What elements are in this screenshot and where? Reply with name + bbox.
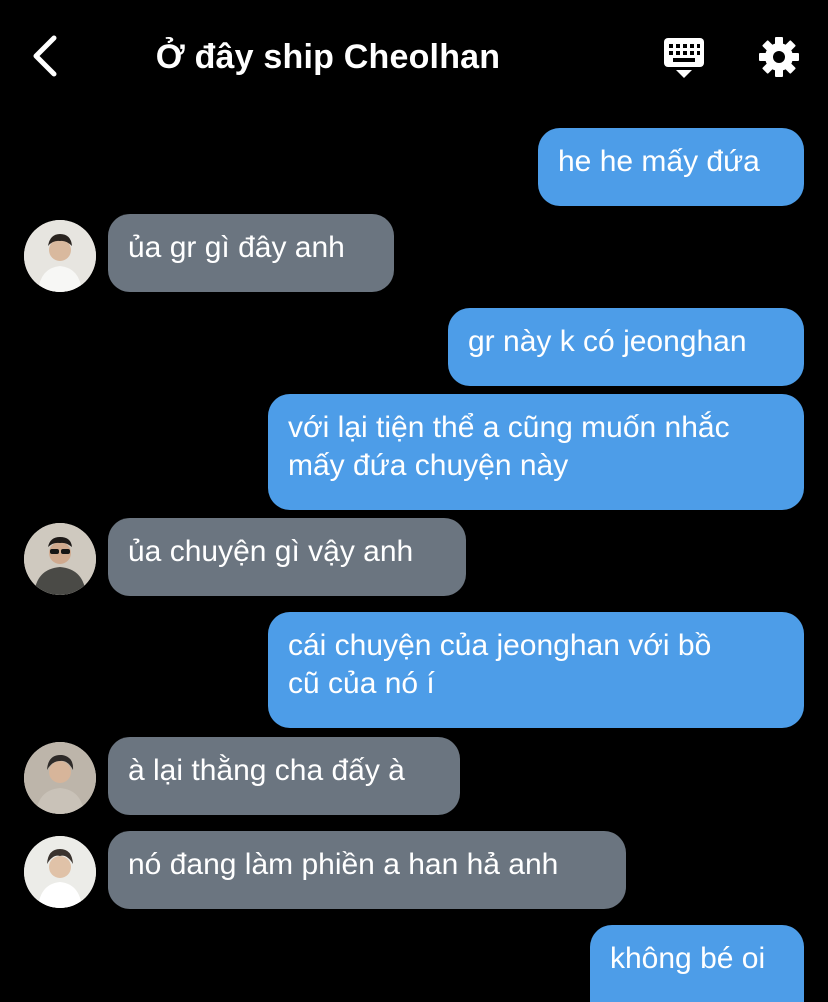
message-bubble[interactable]: à lại thằng cha đấy à — [108, 737, 460, 815]
avatar-photo-icon — [24, 836, 96, 908]
message-text-line: ủa chuyện gì vậy anh — [128, 535, 414, 568]
gear-icon — [759, 37, 799, 77]
message-bubble[interactable]: không bé oi — [590, 925, 804, 1002]
message-text-line: cái chuyện của jeonghan với bồ — [288, 629, 712, 662]
message-bubble[interactable]: với lại tiện thể a cũng muốn nhắc mấy đứ… — [268, 394, 804, 510]
chat-header: Ở đây ship Cheolhan — [0, 0, 828, 110]
avatar[interactable] — [24, 523, 96, 595]
message-text-line: gr này k có jeonghan — [468, 325, 747, 358]
message-bubble[interactable]: gr này k có jeonghan — [448, 308, 804, 386]
avatar[interactable] — [24, 836, 96, 908]
message-bubble[interactable]: ủa chuyện gì vậy anh — [108, 518, 466, 596]
message-text-line: he he mấy đứa — [558, 145, 760, 178]
avatar[interactable] — [24, 220, 96, 292]
message-text-line: ủa gr gì đây anh — [128, 231, 345, 264]
message-bubble[interactable]: cái chuyện của jeonghan với bồ cũ của nó… — [268, 612, 804, 728]
message-bubble[interactable]: ủa gr gì đây anh — [108, 214, 394, 292]
settings-button[interactable] — [757, 35, 801, 79]
message-text-line: với lại tiện thể a cũng muốn nhắc — [288, 411, 730, 444]
message-text-line: à lại thằng cha đấy à — [128, 754, 405, 787]
message-bubble[interactable]: he he mấy đứa — [538, 128, 804, 206]
keyboard-button[interactable] — [662, 36, 706, 80]
avatar-photo-icon — [24, 220, 96, 292]
message-text-line: không bé oi — [610, 942, 766, 975]
avatar-photo-icon — [24, 523, 96, 595]
avatar-photo-icon — [24, 742, 96, 814]
message-text-line: cũ của nó í — [288, 667, 435, 700]
message-bubble[interactable]: nó đang làm phiền a han hả anh — [108, 831, 626, 909]
keyboard-icon — [664, 38, 704, 78]
avatar[interactable] — [24, 742, 96, 814]
chat-title: Ở đây ship Cheolhan — [155, 38, 501, 76]
message-text-line: nó đang làm phiền a han hả anh — [128, 848, 559, 881]
message-text-line: mấy đứa chuyện này — [288, 449, 569, 482]
